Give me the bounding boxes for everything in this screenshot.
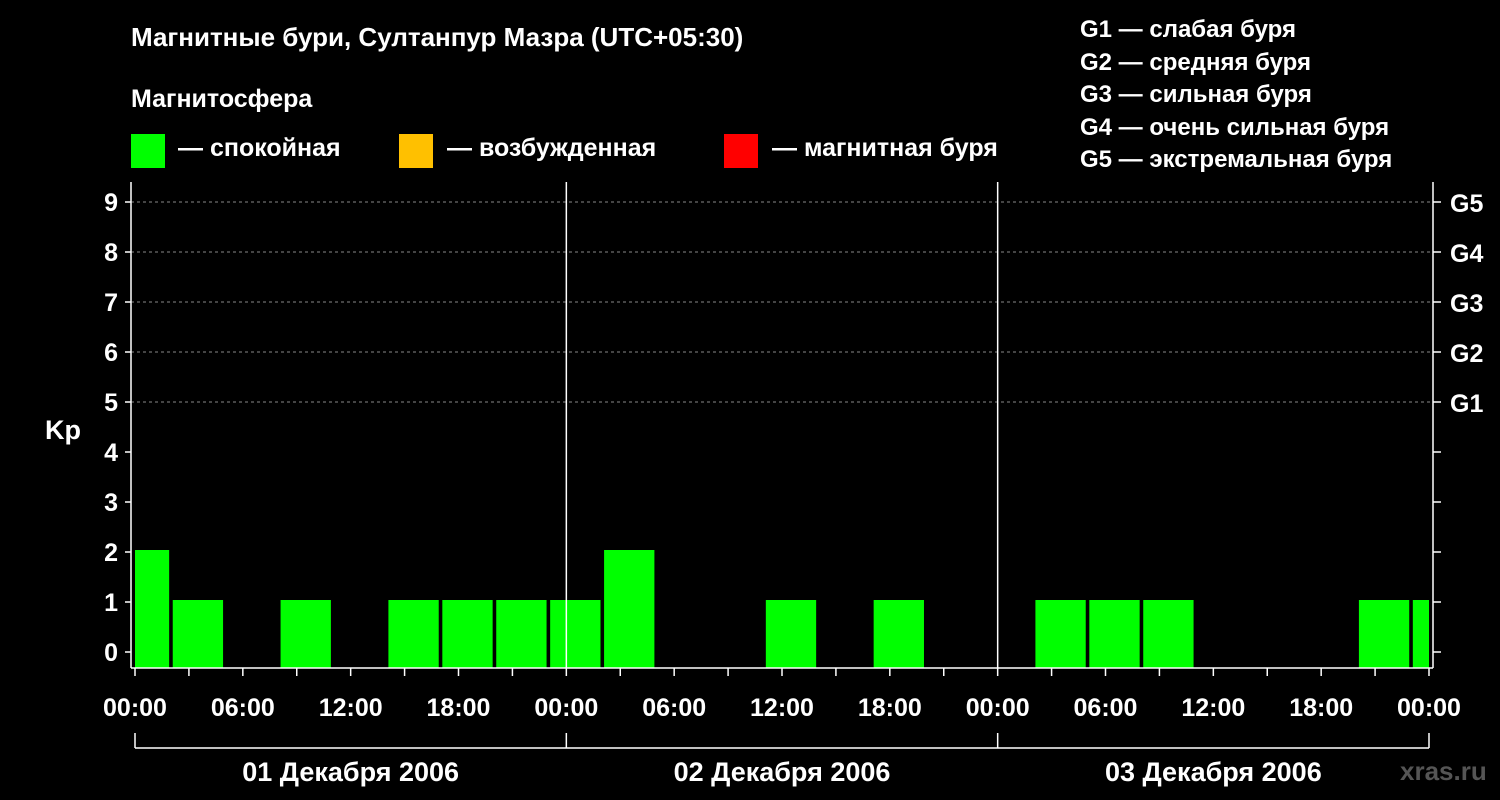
x-tick-label: 12:00	[750, 694, 814, 722]
y-tick-label: 1	[104, 589, 118, 617]
x-tick-label: 00:00	[103, 694, 167, 722]
day-label: 03 Декабря 2006	[1105, 757, 1322, 787]
y-tick-label: 9	[104, 189, 118, 217]
x-tick-label: 00:00	[1397, 694, 1461, 722]
kp-bar	[1412, 600, 1429, 668]
g-tick-label: G2	[1450, 340, 1483, 368]
x-tick-label: 00:00	[534, 694, 598, 722]
x-tick-label: 18:00	[1289, 694, 1353, 722]
day-label: 01 Декабря 2006	[242, 757, 459, 787]
g-tick-label: G5	[1450, 190, 1483, 218]
kp-bar	[550, 600, 601, 668]
kp-bar	[388, 600, 439, 668]
x-tick-label: 06:00	[211, 694, 275, 722]
x-tick-label: 12:00	[319, 694, 383, 722]
y-tick-label: 3	[104, 489, 118, 517]
brand-watermark: xras.ru	[1400, 756, 1487, 786]
kp-bar	[135, 550, 170, 668]
kp-bar	[496, 600, 547, 668]
y-tick-label: 0	[104, 639, 118, 667]
x-tick-label: 18:00	[858, 694, 922, 722]
y-tick-label: 8	[104, 239, 118, 267]
x-tick-label: 06:00	[642, 694, 706, 722]
y-tick-label: 7	[104, 289, 118, 317]
kp-bar	[873, 600, 924, 668]
g-tick-label: G3	[1450, 290, 1483, 318]
kp-bar	[1035, 600, 1086, 668]
y-tick-label: 5	[104, 389, 118, 417]
x-tick-label: 18:00	[427, 694, 491, 722]
kp-bar	[280, 600, 331, 668]
kp-bar	[442, 600, 493, 668]
kp-bar	[1358, 600, 1410, 668]
y-tick-label: 4	[104, 439, 118, 467]
kp-bar	[1089, 600, 1140, 668]
kp-bar	[1143, 600, 1194, 668]
x-tick-label: 06:00	[1074, 694, 1138, 722]
kp-bar	[604, 550, 655, 668]
g-tick-label: G1	[1450, 390, 1483, 418]
g-tick-label: G4	[1450, 240, 1483, 268]
kp-bar	[172, 600, 224, 668]
y-tick-label: 6	[104, 339, 118, 367]
x-tick-label: 00:00	[966, 694, 1030, 722]
day-label: 02 Декабря 2006	[674, 757, 891, 787]
kp-chart: 0 1 2 3 4 5 6 7 8 9 G1 G2 G3 G4 G5 Kp 00:00 06:00 12:00 18:…	[45, 182, 1483, 787]
kp-bar	[765, 600, 817, 668]
y-axis-label: Kp	[45, 415, 81, 445]
x-tick-label: 12:00	[1181, 694, 1245, 722]
y-tick-label: 2	[104, 539, 118, 567]
